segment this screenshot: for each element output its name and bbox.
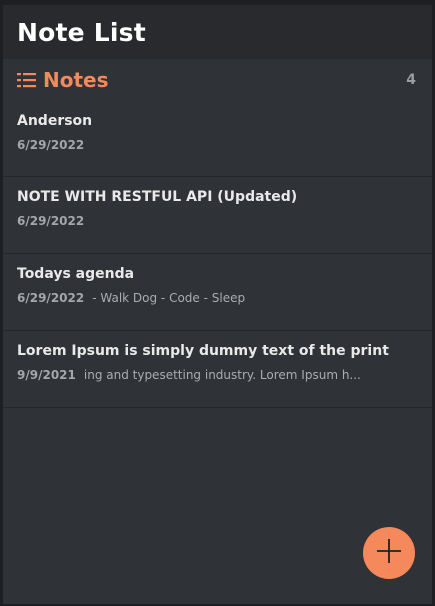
note-date: 6/29/2022	[17, 138, 85, 152]
plus-icon	[375, 537, 403, 569]
note-item[interactable]: NOTE WITH RESTFUL API (Updated) 6/29/202…	[3, 177, 432, 254]
notes-section-title: Notes	[17, 68, 109, 92]
note-title: NOTE WITH RESTFUL API (Updated)	[17, 189, 298, 205]
note-title: Todays agenda	[17, 266, 135, 282]
app-header: Note List	[3, 5, 432, 59]
page-title: Note List	[17, 17, 146, 47]
note-item[interactable]: Anderson 6/29/2022	[3, 101, 432, 177]
note-date: 9/9/2021	[17, 368, 76, 382]
note-title: Anderson	[17, 113, 93, 129]
note-meta: 9/9/2021 ing and typesetting industry. Lo…	[17, 368, 362, 382]
notes-list: Anderson 6/29/2022 NOTE WITH RESTFUL API…	[3, 101, 432, 408]
note-item[interactable]: Lorem Ipsum is simply dummy text of the …	[3, 331, 432, 408]
add-note-button[interactable]	[363, 527, 415, 579]
note-meta: 6/29/2022 - Walk Dog - Code - Sleep	[17, 291, 362, 305]
note-meta: 6/29/2022	[17, 138, 362, 152]
note-date: 6/29/2022	[17, 214, 85, 228]
notes-section-header: Notes 4	[3, 59, 432, 101]
note-meta: 6/29/2022	[17, 214, 362, 228]
note-item[interactable]: Todays agenda 6/29/2022 - Walk Dog - Code…	[3, 254, 432, 331]
notes-section-label: Notes	[43, 68, 109, 92]
note-preview: ing and typesetting industry. Lorem Ipsu…	[83, 368, 361, 382]
note-date: 6/29/2022	[17, 291, 85, 305]
list-icon	[17, 72, 36, 88]
note-app: Note List Notes 4 Anderson 6/29/2022 NOT…	[3, 5, 432, 604]
note-title: Lorem Ipsum is simply dummy text of the …	[17, 343, 389, 359]
note-preview: - Walk Dog - Code - Sleep	[92, 291, 246, 305]
notes-count: 4	[406, 72, 416, 88]
